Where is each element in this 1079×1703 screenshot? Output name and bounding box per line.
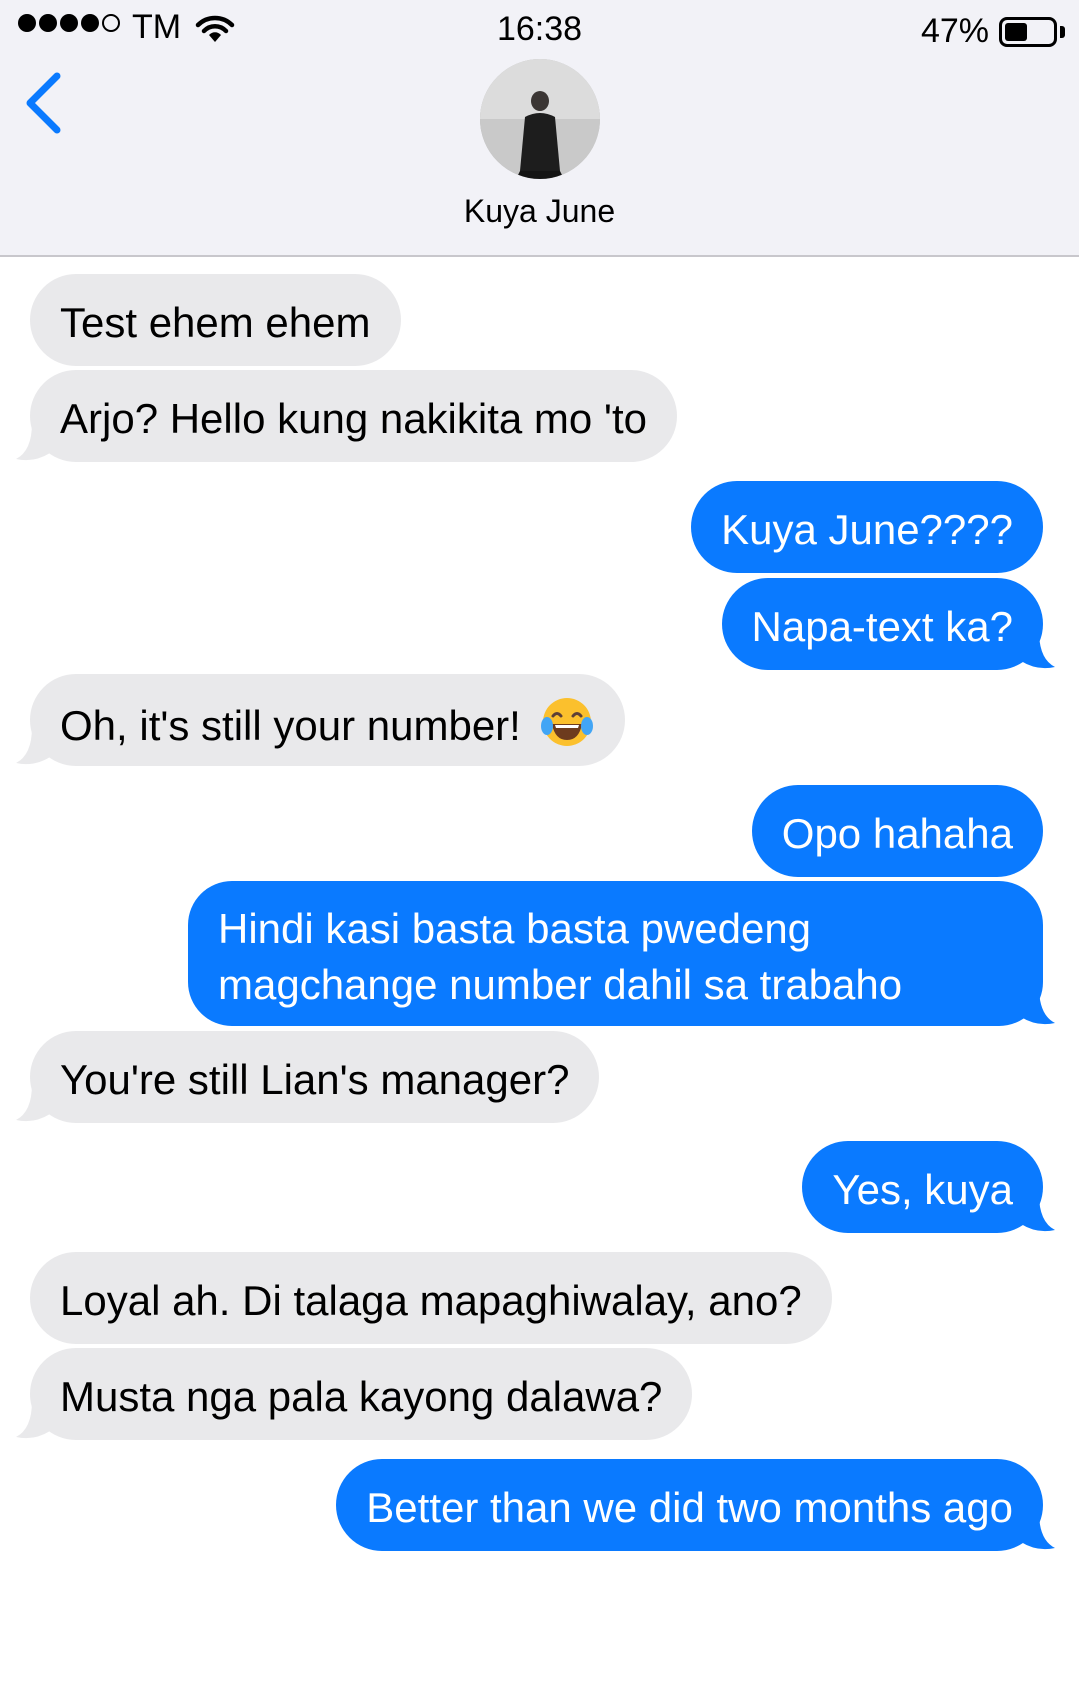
clock-time: 16:38: [496, 10, 583, 48]
contact-photo: [480, 59, 600, 179]
incoming-message[interactable]: Arjo? Hello kung nakikita mo 'to: [30, 370, 677, 462]
outgoing-message[interactable]: Hindi kasi basta basta pwedeng magchange…: [188, 881, 1043, 1026]
battery-percentage: 47%: [920, 12, 989, 50]
message-text: Loyal ah. Di talaga mapaghiwalay, ano?: [60, 1277, 802, 1324]
outgoing-message[interactable]: Napa-text ka?: [721, 578, 1043, 670]
bubble-tail: [1021, 1512, 1055, 1550]
incoming-message[interactable]: Loyal ah. Di talaga mapaghiwalay, ano?: [30, 1252, 832, 1344]
outgoing-message[interactable]: Better than we did two months ago: [336, 1459, 1043, 1551]
battery-icon: [999, 17, 1057, 47]
message-text: Opo hahaha: [781, 810, 1013, 857]
face-with-tears-of-joy-icon: [540, 698, 593, 746]
message-text: Kuya June????: [721, 506, 1013, 553]
bubble-tail: [16, 423, 50, 461]
message-text: Oh, it's still your number!: [60, 702, 521, 749]
incoming-message[interactable]: You're still Lian's manager?: [30, 1031, 600, 1123]
outgoing-message[interactable]: Opo hahaha: [751, 785, 1043, 877]
outgoing-message[interactable]: Yes, kuya: [802, 1141, 1043, 1233]
back-chevron-icon[interactable]: [20, 70, 70, 150]
bubble-tail: [16, 727, 50, 765]
message-text: Musta nga pala kayong dalawa?: [60, 1373, 663, 1420]
incoming-message[interactable]: Test ehem ehem: [30, 274, 401, 366]
message-text: Arjo? Hello kung nakikita mo 'to: [60, 395, 647, 442]
bubble-tail: [1021, 987, 1055, 1025]
bubble-tail: [1021, 631, 1055, 669]
contact-name[interactable]: Kuya June: [0, 193, 1079, 230]
message-text: Test ehem ehem: [60, 299, 371, 346]
message-text: Hindi kasi basta basta pwedeng magchange…: [218, 905, 903, 1008]
battery-tip: [1060, 26, 1065, 38]
message-text: Napa-text ka?: [751, 603, 1013, 650]
incoming-message[interactable]: Musta nga pala kayong dalawa?: [30, 1348, 693, 1440]
bubble-tail: [16, 1401, 50, 1439]
bubble-tail: [16, 1084, 50, 1122]
conversation-header: TM 16:38 47% Kuya June: [0, 0, 1079, 257]
message-text: Better than we did two months ago: [366, 1484, 1013, 1531]
message-text: You're still Lian's manager?: [60, 1056, 570, 1103]
message-text: Yes, kuya: [832, 1166, 1013, 1213]
contact-avatar[interactable]: [480, 59, 600, 179]
incoming-message[interactable]: Oh, it's still your number!: [30, 674, 625, 766]
bubble-tail: [1021, 1194, 1055, 1232]
outgoing-message[interactable]: Kuya June????: [691, 481, 1043, 573]
status-bar: TM 16:38 47%: [0, 0, 1079, 60]
